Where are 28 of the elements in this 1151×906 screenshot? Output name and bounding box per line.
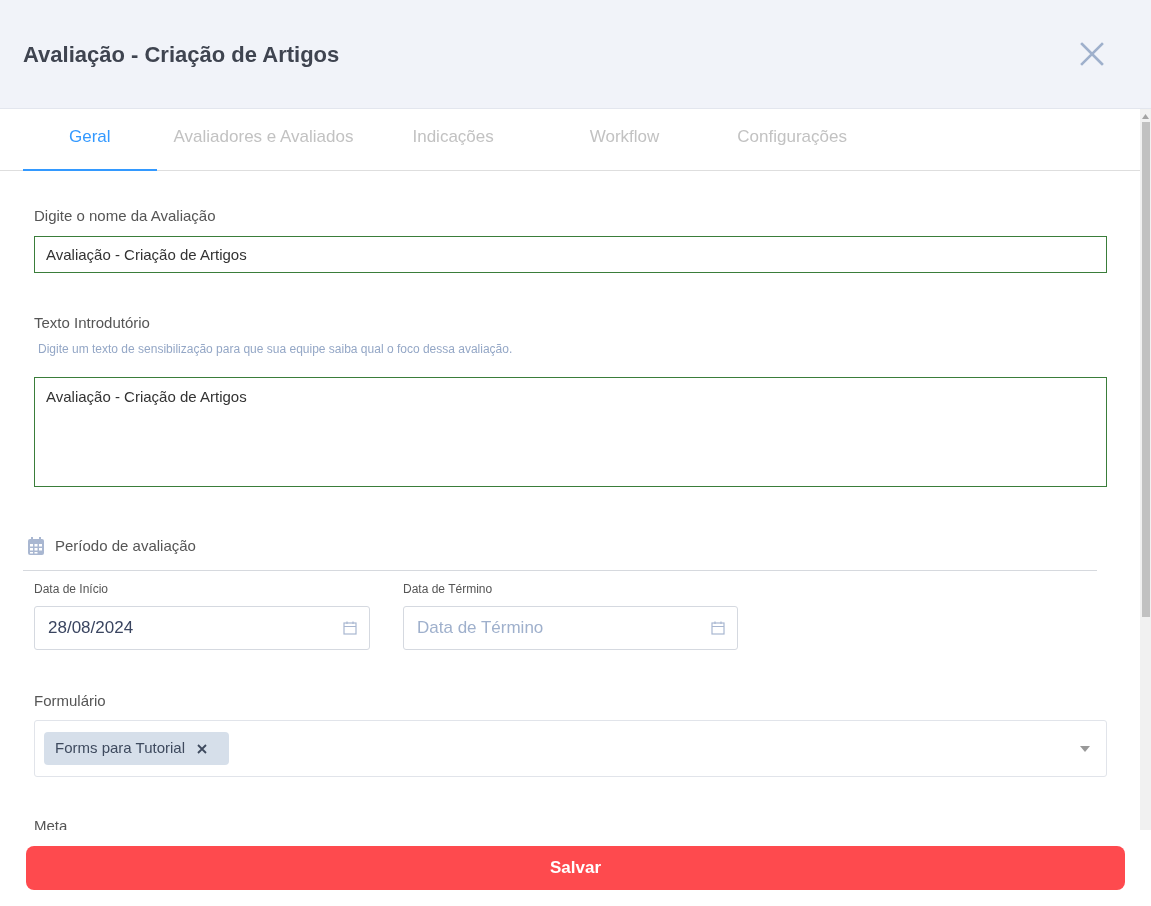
save-button[interactable]: Salvar bbox=[26, 846, 1125, 890]
calendar-icon bbox=[711, 620, 725, 635]
dialog-title: Avaliação - Criação de Artigos bbox=[23, 40, 340, 69]
dropdown-caret-icon bbox=[1080, 745, 1090, 752]
scroll-up-arrow-icon[interactable] bbox=[1142, 114, 1149, 119]
calendar-icon bbox=[343, 620, 357, 635]
field-label: Data de Início bbox=[34, 580, 110, 598]
calendar-icon bbox=[27, 536, 45, 556]
tag-label: Forms para Tutorial bbox=[55, 738, 186, 759]
tab[interactable]: Geral bbox=[23, 109, 157, 171]
remove-tag-icon[interactable] bbox=[197, 743, 208, 754]
section-title: Período de avaliação bbox=[55, 536, 196, 556]
end-date-field[interactable]: Data de Término bbox=[403, 605, 738, 650]
form-select[interactable]: Forms para Tutorial bbox=[34, 720, 1107, 777]
field-label: Formulário bbox=[34, 690, 107, 711]
tab[interactable]: Workflow bbox=[535, 109, 714, 171]
start-date-field[interactable]: 28/08/2024 bbox=[34, 605, 370, 650]
intro-text-area[interactable]: Avaliação - Criação de Artigos bbox=[34, 377, 1107, 487]
tab[interactable]: Configurações bbox=[713, 109, 871, 171]
field-label: Digite o nome da Avaliação bbox=[34, 206, 217, 226]
field-hint: Digite um texto de sensibilização para que sua equipe saiba qual o foco dessa avaliação. bbox=[38, 341, 514, 358]
field-label: Texto Introdutório bbox=[34, 312, 151, 333]
scrollbar[interactable] bbox=[1140, 109, 1151, 830]
tab[interactable]: Avaliadores e Avaliados bbox=[156, 109, 371, 171]
name-input-field[interactable]: Avaliação - Criação de Artigos bbox=[34, 235, 1107, 273]
tab[interactable]: Indicações bbox=[370, 109, 536, 171]
field-label: Data de Término bbox=[403, 580, 494, 598]
close-icon bbox=[1080, 42, 1104, 66]
